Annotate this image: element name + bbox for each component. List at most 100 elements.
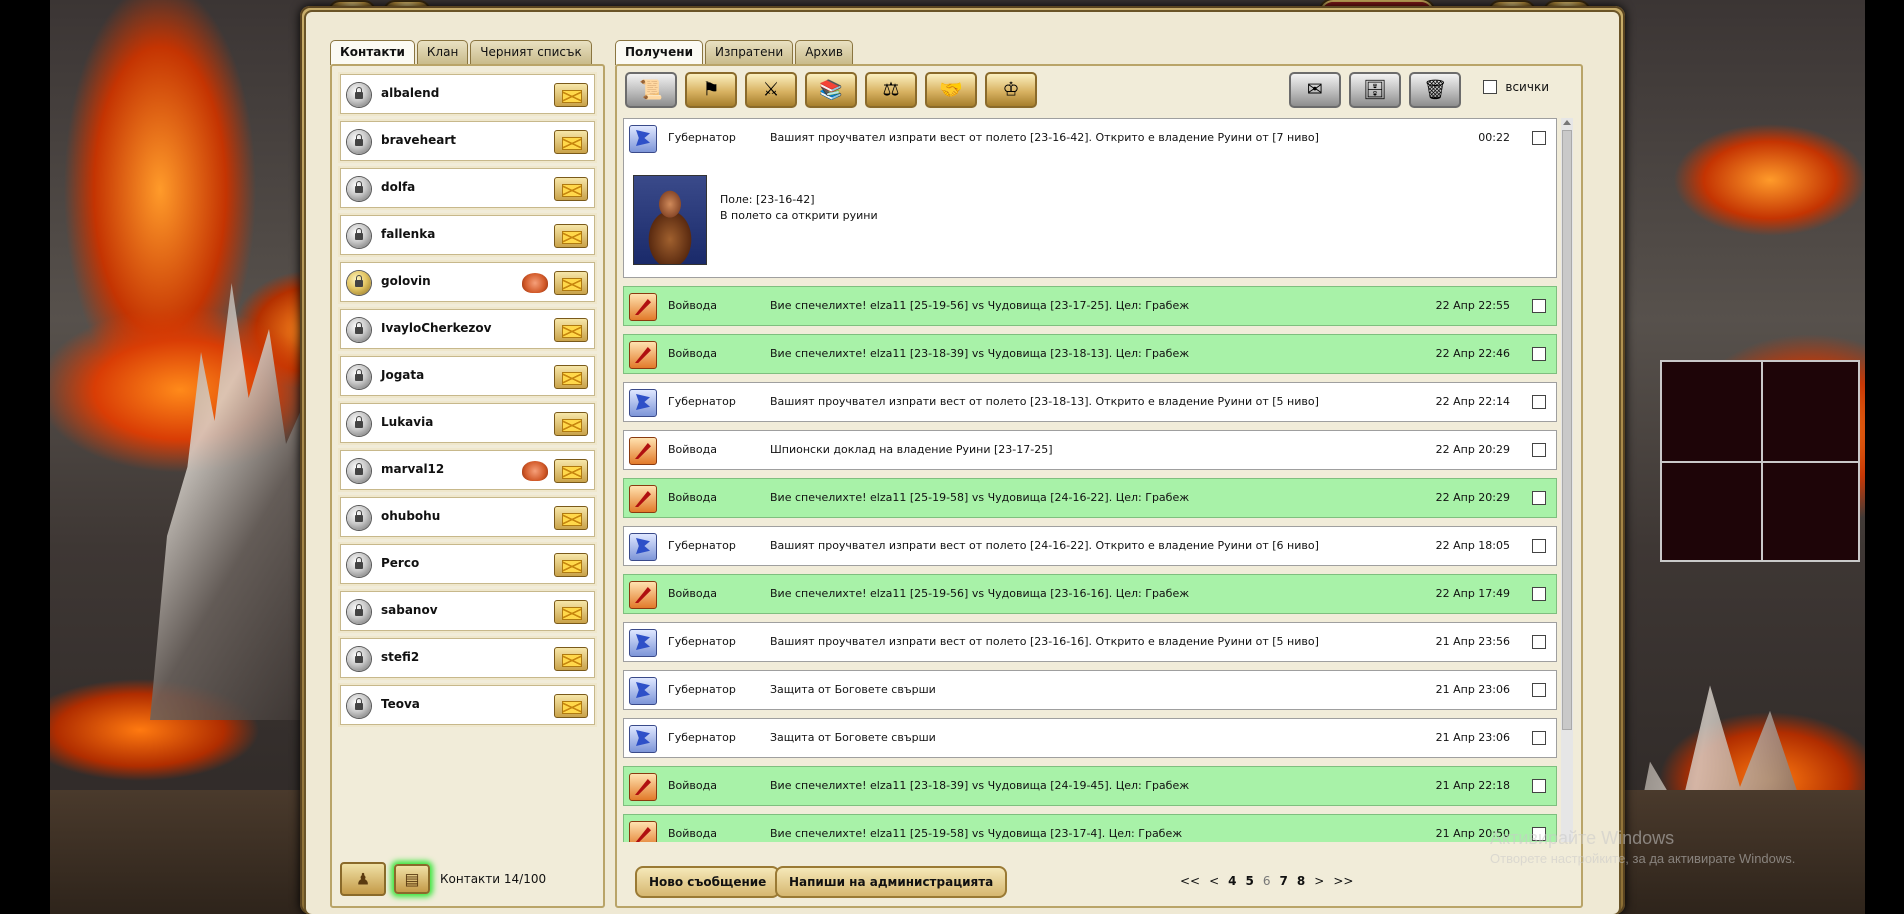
send-mail-button[interactable] (554, 365, 588, 389)
contact-row[interactable]: Perco (340, 544, 595, 584)
contact-row[interactable]: dolfa (340, 168, 595, 208)
contact-name[interactable]: Perco (381, 556, 419, 570)
send-mail-button[interactable] (554, 459, 588, 483)
message-checkbox[interactable] (1532, 587, 1546, 601)
contact-row[interactable]: sabanov (340, 591, 595, 631)
tab-sent[interactable]: Изпратени (704, 40, 794, 64)
contact-name[interactable]: Teova (381, 697, 420, 711)
send-mail-button[interactable] (554, 553, 588, 577)
contact-name[interactable]: braveheart (381, 133, 456, 147)
page-link[interactable]: 6 (1263, 874, 1271, 888)
contact-row[interactable]: Jogata (340, 356, 595, 396)
send-mail-button[interactable] (554, 600, 588, 624)
message-row[interactable]: Губернатор Вашият проучвател изпрати вест… (623, 526, 1557, 566)
message-checkbox[interactable] (1532, 731, 1546, 745)
add-contact-button[interactable]: ♟ (340, 862, 386, 896)
message-checkbox[interactable] (1532, 491, 1546, 505)
message-row[interactable]: Войвода Вие спечелихте! elza11 [25-19-56]… (623, 574, 1557, 614)
message-subject[interactable]: Вие спечелихте! elza11 [25-19-58] vs Чуд… (770, 827, 1182, 840)
contacts-book-button[interactable]: ▤ (394, 864, 430, 894)
message-checkbox[interactable] (1532, 539, 1546, 553)
message-subject[interactable]: Вашият проучвател изпрати вест от полето… (770, 131, 1319, 144)
tab-blacklist[interactable]: Черният списък (470, 40, 592, 64)
contact-name[interactable]: Jogata (381, 368, 424, 382)
message-row[interactable]: Войвода Вие спечелихте! elza11 [25-19-58]… (623, 478, 1557, 518)
contact-row[interactable]: albalend (340, 74, 595, 114)
minimap-grid[interactable] (1660, 360, 1860, 562)
message-row[interactable]: Войвода Вие спечелихте! elza11 [23-18-39]… (623, 334, 1557, 374)
message-list-scrollbar[interactable] (1561, 118, 1573, 842)
page-link[interactable]: 8 (1297, 874, 1305, 888)
contact-row[interactable]: braveheart (340, 121, 595, 161)
message-subject[interactable]: Шпионски доклад на владение Руини [23-17… (770, 443, 1053, 456)
scroll-up-icon[interactable] (1563, 120, 1571, 125)
message-checkbox[interactable] (1532, 443, 1546, 457)
filter-library-button[interactable]: 📚 (805, 72, 857, 108)
write-admin-button[interactable]: Напиши на администрацията (775, 866, 1008, 898)
message-subject[interactable]: Вие спечелихте! elza11 [25-19-56] vs Чуд… (770, 587, 1189, 600)
archive-button[interactable]: 🗄 (1349, 72, 1401, 108)
mark-read-button[interactable]: ✉ (1289, 72, 1341, 108)
filter-advisor-button[interactable]: ♔ (985, 72, 1037, 108)
send-mail-button[interactable] (554, 83, 588, 107)
message-checkbox[interactable] (1532, 131, 1546, 145)
send-mail-button[interactable] (554, 506, 588, 530)
select-all-checkbox[interactable] (1483, 80, 1498, 94)
contact-name[interactable]: ohubohu (381, 509, 440, 523)
tab-contacts[interactable]: Контакти (330, 40, 415, 65)
message-subject[interactable]: Вие спечелихте! elza11 [23-18-39] vs Чуд… (770, 347, 1189, 360)
send-mail-button[interactable] (554, 130, 588, 154)
new-message-button[interactable]: Ново съобщение (635, 866, 781, 898)
message-subject[interactable]: Вие спечелихте! elza11 [25-19-58] vs Чуд… (770, 491, 1189, 504)
message-row[interactable]: Войвода Вие спечелихте! elza11 [25-19-56]… (623, 286, 1557, 326)
tab-archive[interactable]: Архив (795, 40, 853, 64)
send-mail-button[interactable] (554, 318, 588, 342)
send-mail-button[interactable] (554, 177, 588, 201)
tab-clan[interactable]: Клан (416, 40, 469, 64)
contact-name[interactable]: sabanov (381, 603, 438, 617)
page-link[interactable]: << (1180, 874, 1200, 888)
contact-row[interactable]: Teova (340, 685, 595, 725)
tab-received[interactable]: Получени (615, 40, 703, 65)
contact-name[interactable]: stefi2 (381, 650, 419, 664)
send-mail-button[interactable] (554, 224, 588, 248)
delete-button[interactable]: 🗑 (1409, 72, 1461, 108)
page-link[interactable]: > (1314, 874, 1324, 888)
message-row[interactable]: Войвода Вие спечелихте! elza11 [23-18-39]… (623, 766, 1557, 806)
message-checkbox[interactable] (1532, 395, 1546, 409)
message-row[interactable]: Губернатор Защита от Боговете свърши 21 Ап… (623, 670, 1557, 710)
contact-row[interactable]: fallenka (340, 215, 595, 255)
contact-row[interactable]: ohubohu (340, 497, 595, 537)
message-row[interactable]: Войвода Шпионски доклад на владение Руини… (623, 430, 1557, 470)
message-subject[interactable]: Вие спечелихте! elza11 [25-19-56] vs Чуд… (770, 299, 1189, 312)
filter-merchant-button[interactable]: ⚖ (865, 72, 917, 108)
handshake-icon[interactable] (522, 461, 548, 481)
page-link[interactable]: 5 (1246, 874, 1254, 888)
message-row[interactable]: Губернатор Вашият проучвател изпрати вест… (623, 622, 1557, 662)
message-row[interactable]: Губернатор Защита от Боговете свърши 21 Ап… (623, 718, 1557, 758)
scrollbar-thumb[interactable] (1562, 130, 1572, 730)
message-checkbox[interactable] (1532, 683, 1546, 697)
contact-row[interactable]: golovin (340, 262, 595, 302)
filter-diplomacy-button[interactable]: 🤝 (925, 72, 977, 108)
contact-row[interactable]: stefi2 (340, 638, 595, 678)
message-checkbox[interactable] (1532, 779, 1546, 793)
message-subject[interactable]: Защита от Боговете свърши (770, 683, 936, 696)
message-subject[interactable]: Вие спечелихте! elza11 [23-18-39] vs Чуд… (770, 779, 1189, 792)
message-subject[interactable]: Вашият проучвател изпрати вест от полето… (770, 635, 1319, 648)
page-link[interactable]: 7 (1280, 874, 1288, 888)
send-mail-button[interactable] (554, 647, 588, 671)
filter-warlord-button[interactable]: ⚔ (745, 72, 797, 108)
contact-name[interactable]: golovin (381, 274, 431, 288)
select-all[interactable]: всички (1483, 80, 1549, 94)
message-subject[interactable]: Вашият проучвател изпрати вест от полето… (770, 539, 1319, 552)
contact-name[interactable]: fallenka (381, 227, 435, 241)
contact-row[interactable]: Lukavia (340, 403, 595, 443)
contact-row[interactable]: IvayloCherkezov (340, 309, 595, 349)
contact-name[interactable]: IvayloCherkezov (381, 321, 491, 335)
message-checkbox[interactable] (1532, 347, 1546, 361)
message-subject[interactable]: Защита от Боговете свърши (770, 731, 936, 744)
message-row[interactable]: Войвода Вие спечелихте! elza11 [25-19-58]… (623, 814, 1557, 842)
contact-name[interactable]: marval12 (381, 462, 444, 476)
message-row[interactable]: Губернатор Вашият проучвател изпрати вест… (623, 382, 1557, 422)
